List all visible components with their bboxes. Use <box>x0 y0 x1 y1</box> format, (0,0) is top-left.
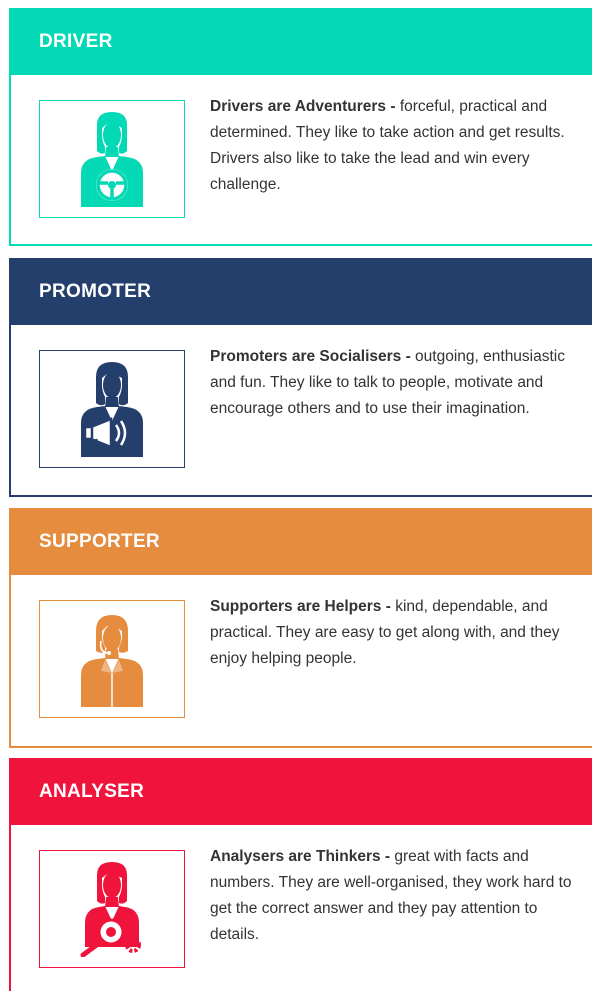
analyser-lead: Analysers are Thinkers - <box>210 848 391 865</box>
supporter-card: SUPPORTER Supporters are Helpers - kind,… <box>9 508 592 748</box>
headset-person-icon <box>81 615 143 707</box>
driver-header: DRIVER <box>11 8 592 75</box>
analyser-icon-box <box>39 850 185 968</box>
analyser-title: ANALYSER <box>39 780 145 802</box>
driver-lead: Drivers are Adventurers - <box>210 98 396 115</box>
promoter-card: PROMOTER Promoters are Socialisers - out… <box>9 258 592 497</box>
analyser-card: ANALYSER Analysers are Thinkers - great … <box>9 758 592 991</box>
promoter-icon-box <box>39 350 185 468</box>
supporter-description: Supporters are Helpers - kind, dependabl… <box>210 594 580 672</box>
promoter-header: PROMOTER <box>11 258 592 325</box>
analyser-description: Analysers are Thinkers - great with fact… <box>210 844 580 948</box>
supporter-icon-box <box>39 600 185 718</box>
steering-wheel-person-icon <box>81 112 143 207</box>
supporter-lead: Supporters are Helpers - <box>210 598 391 615</box>
promoter-lead: Promoters are Socialisers - <box>210 348 411 365</box>
driver-description: Drivers are Adventurers - forceful, prac… <box>210 94 580 198</box>
analyser-header: ANALYSER <box>11 758 592 825</box>
megaphone-person-icon <box>81 362 143 457</box>
promoter-title: PROMOTER <box>39 280 152 302</box>
promoter-description: Promoters are Socialisers - outgoing, en… <box>210 344 580 422</box>
supporter-title: SUPPORTER <box>39 530 160 552</box>
driver-card: DRIVER Drivers are Adventurers - forcefu… <box>9 8 592 246</box>
magnifier-gear-person-icon <box>80 862 141 957</box>
driver-title: DRIVER <box>39 30 113 52</box>
driver-icon-box <box>39 100 185 218</box>
supporter-header: SUPPORTER <box>11 508 592 575</box>
